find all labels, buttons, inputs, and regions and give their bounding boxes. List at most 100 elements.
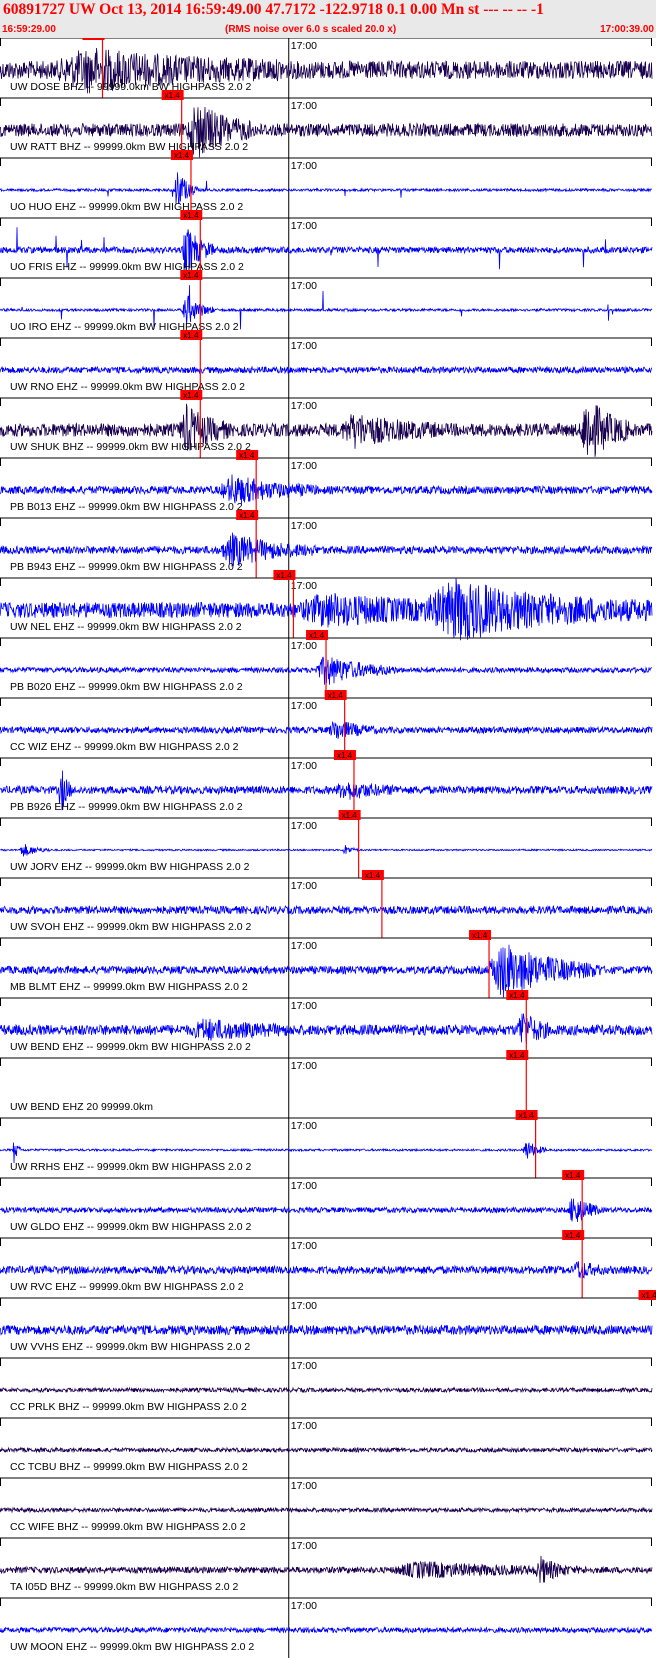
station-label: TA I05D BHZ -- 99999.0km BW HIGHPASS 2.0… [10, 1581, 239, 1593]
trace-row: 17:00 PB B013 EHZ -- 99999.0km BW HIGHPAS… [0, 450, 653, 518]
trace-row: 17:00 UW MOON EHZ -- 99999.0km BW HIGHPAS… [0, 1597, 653, 1658]
station-label: CC WIZ EHZ -- 99999.0km BW HIGHPASS 2.0 … [10, 741, 239, 753]
station-label: UW MOON EHZ -- 99999.0km BW HIGHPASS 2.0… [10, 1641, 254, 1653]
trace-row: 17:00 UW VVHS EHZ -- 99999.0km BW HIGHPAS… [0, 1290, 656, 1358]
pick-label: x1.4 [519, 1111, 535, 1120]
station-label: UW GLDO EHZ -- 99999.0km BW HIGHPASS 2.0… [10, 1221, 252, 1233]
minute-tick-label: 17:00 [291, 400, 317, 412]
station-label: UW NEL EHZ -- 99999.0km BW HIGHPASS 2.0 … [10, 621, 242, 633]
waveform [0, 1506, 653, 1514]
station-label: UO IRO EHZ -- 99999.0km BW HIGHPASS 2.0 … [10, 321, 239, 333]
waveform [0, 365, 653, 375]
pick-label: x1.4 [183, 271, 199, 280]
trace-row: 17:00 CC TCBU BHZ -- 99999.0km BW HIGHPAS… [0, 1417, 653, 1478]
trace-row: 17:00 PB B020 EHZ -- 99999.0km BW HIGHPAS… [0, 630, 653, 698]
pick-label: x1.4 [565, 1231, 581, 1240]
station-label: UW SHUK BHZ -- 99999.0km BW HIGHPASS 2.0… [10, 441, 251, 453]
minute-tick-label: 17:00 [291, 880, 317, 892]
trace-row: 17:00 UW DOSE BHZ -- 99999.0km BW HIGHPAS… [0, 38, 653, 98]
waveform [0, 844, 653, 857]
trace-row: 17:00 UW GLDO EHZ -- 99999.0km BW HIGHPAS… [0, 1170, 653, 1238]
pick-label: x1.4 [276, 571, 292, 580]
waveform [0, 1386, 653, 1394]
station-label: UO HUO EHZ -- 99999.0km BW HIGHPASS 2.0 … [10, 201, 243, 213]
minute-tick-label: 17:00 [291, 700, 317, 712]
seismogram-plot: 17:00 UW DOSE BHZ -- 99999.0km BW HIGHPAS… [0, 38, 656, 1658]
trace-row: 17:00 UO FRIS EHZ -- 99999.0km BW HIGHPAS… [0, 210, 653, 278]
trace-row: 17:00 UW RATT BHZ -- 99999.0km BW HIGHPAS… [0, 90, 653, 158]
waveform [0, 1013, 653, 1044]
station-label: UW RNO EHZ -- 99999.0km BW HIGHPASS 2.0 … [10, 381, 245, 393]
pick-label: x1.4 [565, 1171, 581, 1180]
trace-row: 17:00 UO HUO EHZ -- 99999.0km BW HIGHPASS… [0, 150, 653, 218]
minute-tick-label: 17:00 [291, 1180, 317, 1192]
minute-tick-label: 17:00 [291, 460, 317, 472]
pick-label: x1.4 [472, 931, 488, 940]
station-label: CC TCBU BHZ -- 99999.0km BW HIGHPASS 2.0… [10, 1461, 248, 1473]
minute-tick-label: 17:00 [291, 1240, 317, 1252]
trace-row: 17:00 UW BEND EHZ 20 99999.0km x1.4 [0, 1050, 652, 1118]
waveform [0, 474, 653, 505]
minute-tick-label: 17:00 [291, 1540, 317, 1552]
station-label: UW BEND EHZ -- 99999.0km BW HIGHPASS 2.0… [10, 1041, 251, 1053]
minute-tick-label: 17:00 [291, 760, 317, 772]
minute-tick-label: 17:00 [291, 1300, 317, 1312]
pick-label: x1.4 [642, 1291, 656, 1300]
start-time-label: 16:59:29.00 [2, 24, 56, 35]
trace-row: 17:00 CC WIZ EHZ -- 99999.0km BW HIGHPASS… [0, 690, 653, 758]
station-label: UW RVC EHZ -- 99999.0km BW HIGHPASS 2.0 … [10, 1281, 244, 1293]
waveform [0, 904, 653, 916]
station-label: PB B013 EHZ -- 99999.0km BW HIGHPASS 2.0… [10, 501, 243, 513]
event-title: 60891727 UW Oct 13, 2014 16:59:49.00 47.… [3, 1, 544, 18]
minute-tick-label: 17:00 [291, 1000, 317, 1012]
waveform [0, 1261, 653, 1280]
pick-label: x1.4 [342, 811, 358, 820]
minute-tick-label: 17:00 [291, 520, 317, 532]
waveform [0, 1142, 653, 1164]
pick-label: x1.4 [509, 1051, 525, 1060]
trace-row: 17:00 UW RNO EHZ -- 99999.0km BW HIGHPASS… [0, 330, 653, 398]
pick-label: x1.4 [328, 691, 344, 700]
minute-tick-label: 17:00 [291, 220, 317, 232]
pick-label: x1.4 [365, 871, 381, 880]
station-label: PB B020 EHZ -- 99999.0km BW HIGHPASS 2.0… [10, 681, 243, 693]
minute-tick-label: 17:00 [291, 100, 317, 112]
trace-row: 17:00 CC WIFE BHZ -- 99999.0km BW HIGHPAS… [0, 1477, 653, 1538]
trace-row: 17:00 UW SVOH EHZ -- 99999.0km BW HIGHPAS… [0, 870, 653, 938]
pick-label: x1.4 [174, 151, 190, 160]
trace-row: 17:00 UW NEL EHZ -- 99999.0km BW HIGHPASS… [0, 570, 653, 641]
station-label: MB BLMT EHZ -- 99999.0km BW HIGHPASS 2.0… [10, 981, 248, 993]
pick-label: x1.4 [239, 451, 255, 460]
minute-tick-label: 17:00 [291, 1600, 317, 1612]
trace-row: 17:00 UO IRO EHZ -- 99999.0km BW HIGHPASS… [0, 270, 653, 338]
minute-tick-label: 17:00 [291, 640, 317, 652]
station-label: PB B926 EHZ -- 99999.0km BW HIGHPASS 2.0… [10, 801, 243, 813]
pick-label: x1.4 [183, 391, 199, 400]
pick-label: x1.4 [165, 91, 181, 100]
minute-tick-label: 17:00 [291, 580, 317, 592]
station-label: CC WIFE BHZ -- 99999.0km BW HIGHPASS 2.0… [10, 1521, 246, 1533]
pick-label: x1.4 [337, 751, 353, 760]
station-label: UO FRIS EHZ -- 99999.0km BW HIGHPASS 2.0… [10, 261, 244, 273]
pick-label: x1.4 [509, 991, 525, 1000]
minute-tick-label: 17:00 [291, 280, 317, 292]
station-label: PB B943 EHZ -- 99999.0km BW HIGHPASS 2.0… [10, 561, 243, 573]
end-time-label: 17:00:39.00 [600, 24, 654, 35]
station-label: UW VVHS EHZ -- 99999.0km BW HIGHPASS 2.0… [10, 1341, 250, 1353]
pick-label: x1.4 [183, 211, 199, 220]
station-label: UW JORV EHZ -- 99999.0km BW HIGHPASS 2.0… [10, 861, 250, 873]
waveform [0, 1446, 653, 1454]
minute-tick-label: 17:00 [291, 340, 317, 352]
minute-tick-label: 17:00 [291, 820, 317, 832]
minute-tick-label: 17:00 [291, 1120, 317, 1132]
waveform [0, 720, 653, 739]
station-label: UW RRHS EHZ -- 99999.0km BW HIGHPASS 2.0… [10, 1161, 252, 1173]
station-label: UW BEND EHZ 20 99999.0km [10, 1101, 153, 1113]
pick-label: x1.4 [183, 331, 199, 340]
rms-noise-note: (RMS noise over 6.0 s scaled 20.0 x) [225, 24, 397, 35]
station-label: UW RATT BHZ -- 99999.0km BW HIGHPASS 2.0… [10, 141, 248, 153]
pick-label: x1.4 [85, 38, 101, 40]
waveform [0, 1555, 653, 1583]
trace-row: 17:00 TA I05D BHZ -- 99999.0km BW HIGHPAS… [0, 1537, 653, 1598]
minute-tick-label: 17:00 [291, 1420, 317, 1432]
